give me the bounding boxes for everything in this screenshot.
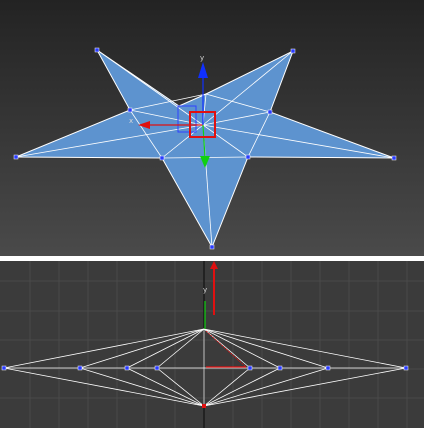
perspective-canvas[interactable]: x y bbox=[0, 0, 424, 256]
viewport-layout: x y y bbox=[0, 0, 424, 428]
gizmo-y-label: y bbox=[200, 54, 204, 62]
front-gizmo-y-label: y bbox=[203, 286, 207, 294]
front-viewport[interactable]: y bbox=[0, 261, 424, 428]
front-mesh-edges bbox=[3, 328, 407, 407]
front-canvas[interactable]: y bbox=[0, 261, 424, 428]
front-gizmo-z-arrow[interactable] bbox=[210, 261, 218, 269]
gizmo-z-arrow[interactable] bbox=[198, 62, 208, 78]
perspective-viewport[interactable]: x y bbox=[0, 0, 424, 256]
gizmo-x-label: x bbox=[129, 117, 133, 125]
front-transform-gizmo[interactable]: y bbox=[202, 261, 247, 408]
grid bbox=[0, 261, 424, 428]
front-bottom-pivot[interactable] bbox=[202, 404, 206, 408]
front-gizmo-diagonal bbox=[205, 330, 247, 368]
